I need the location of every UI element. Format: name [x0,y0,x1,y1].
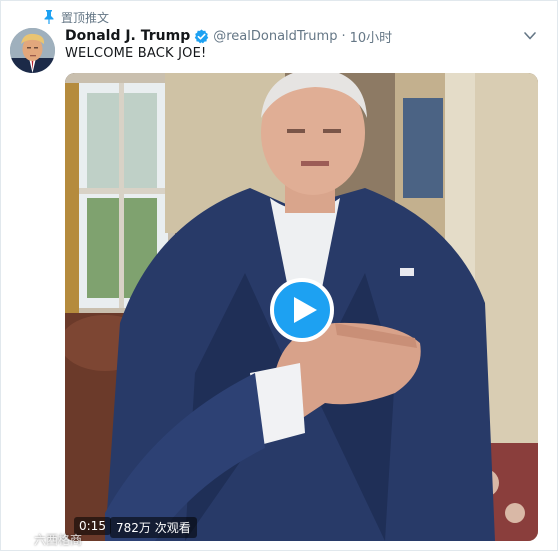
display-name[interactable]: Donald J. Trump [65,28,190,44]
tweet-text: WELCOME BACK JOE! [65,46,207,61]
tweet-card: 置顶推文 Donald J. Trump @realDonaldTrump · … [0,0,558,551]
watermark-text: 六西格商 [34,533,83,547]
avatar[interactable] [10,28,55,73]
play-button[interactable] [270,278,334,342]
timestamp[interactable]: 10小时 [350,27,393,46]
avatar-image [10,28,55,73]
user-handle[interactable]: @realDonaldTrump [213,29,337,44]
video-player[interactable]: 0:15 782万 次观看 [65,73,538,541]
watermark: 六西格商 [7,531,82,548]
verified-badge-icon [195,28,209,43]
pinned-label: 置顶推文 [61,10,110,25]
separator-dot: · [341,28,346,44]
view-count: 782万 次观看 [110,517,197,538]
play-icon [293,297,317,323]
pinned-tweet-indicator: 置顶推文 [43,9,109,25]
chevron-down-icon[interactable] [523,30,537,42]
watermark-logo-icon [7,533,30,546]
tweet-header: Donald J. Trump @realDonaldTrump · 10小时 [65,27,393,46]
pin-icon [44,10,54,24]
